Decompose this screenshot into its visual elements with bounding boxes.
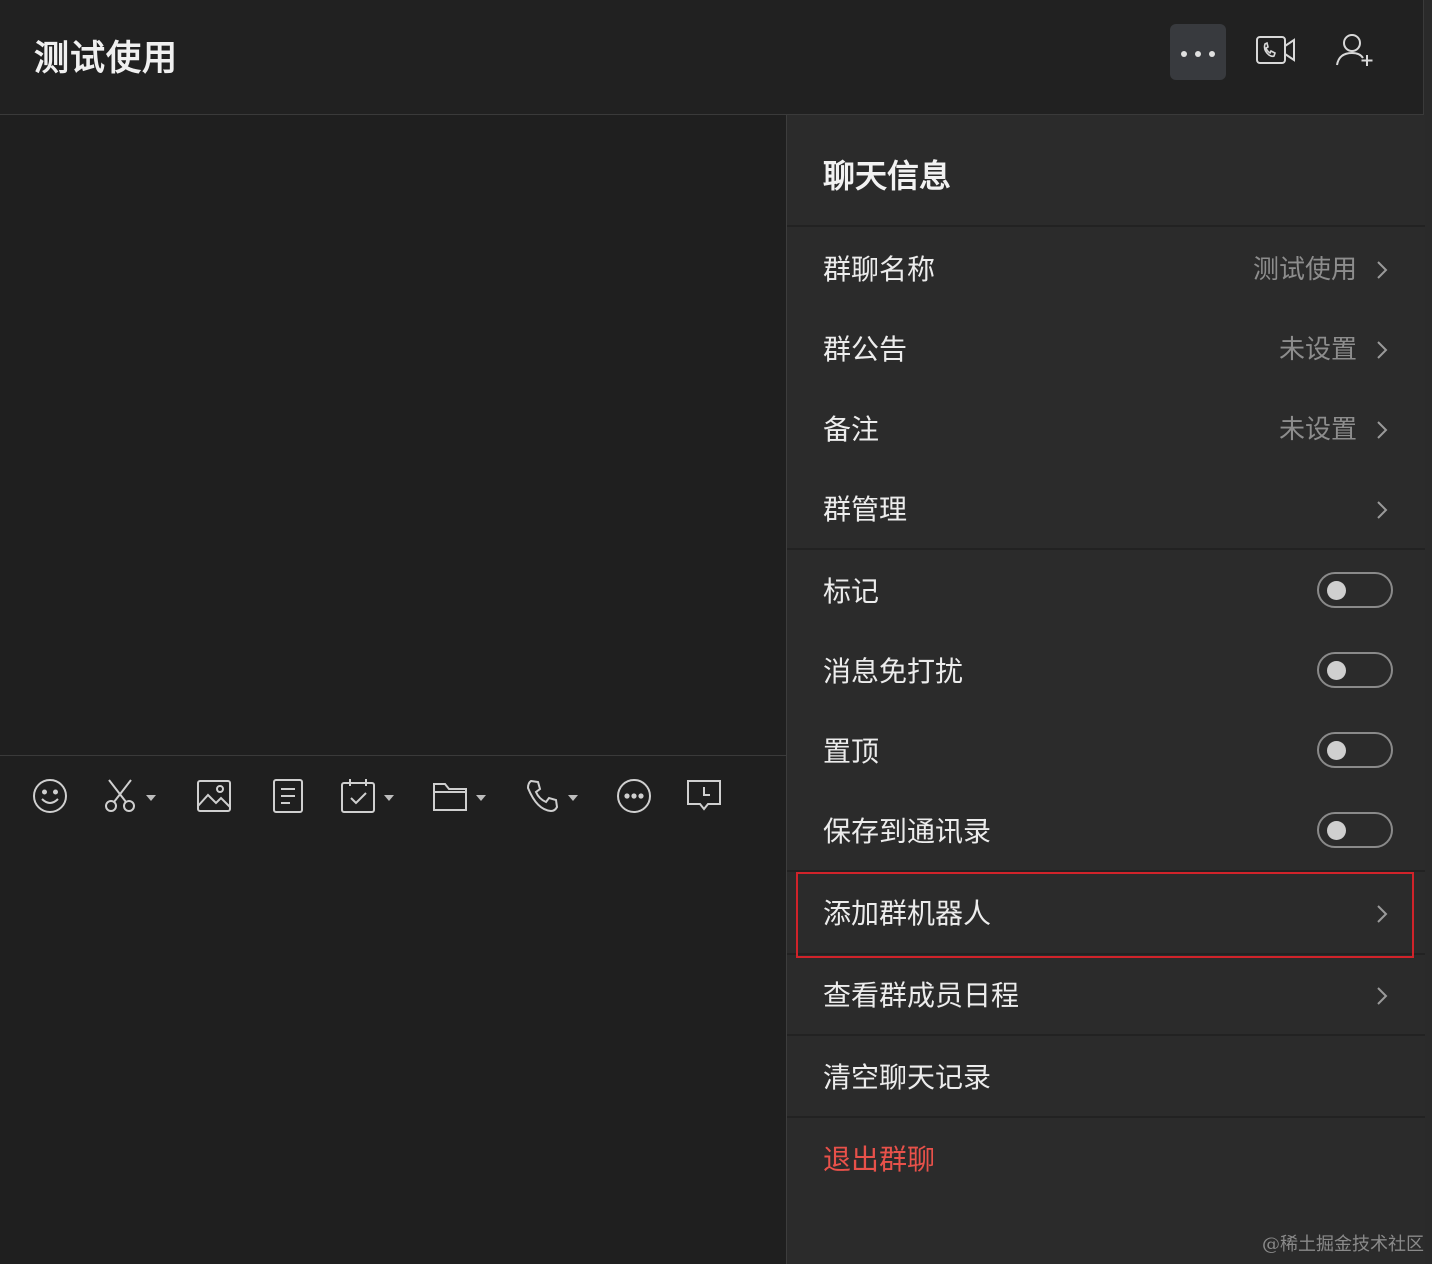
more-tools-button[interactable] — [616, 778, 652, 818]
chevron-right-icon — [1377, 501, 1388, 519]
video-call-icon — [1255, 35, 1297, 69]
add-member-icon — [1334, 32, 1378, 72]
screenshot-dropdown-icon[interactable] — [146, 795, 156, 801]
clear-history-label: 清空聊天记录 — [823, 1061, 992, 1094]
chat-info-panel: 聊天信息 群聊名称 测试使用 群公告 未设置 备注 未设置 群管理 标记 消息免… — [786, 115, 1425, 1264]
phone-button[interactable] — [524, 778, 578, 818]
folder-icon — [432, 780, 468, 816]
screenshot-icon — [104, 778, 138, 818]
feedback-button[interactable] — [686, 778, 722, 818]
image-icon — [196, 779, 232, 817]
divider — [787, 548, 1425, 550]
group-name-row[interactable]: 群聊名称 测试使用 — [787, 230, 1425, 310]
divider — [787, 1034, 1425, 1036]
remark-value: 未设置 — [1278, 415, 1357, 445]
add-bot-row[interactable]: 添加群机器人 — [787, 874, 1425, 954]
pin-row: 置顶 — [787, 712, 1425, 792]
divider — [787, 870, 1425, 872]
chevron-right-icon — [1377, 421, 1388, 439]
message-input-area[interactable] — [0, 836, 786, 1264]
mark-label: 标记 — [823, 575, 880, 608]
document-button[interactable] — [272, 778, 304, 818]
toggle-knob — [1327, 741, 1346, 760]
chat-header: 测试使用 — [0, 0, 1424, 115]
image-button[interactable] — [196, 778, 232, 818]
save-contacts-toggle[interactable] — [1317, 812, 1393, 848]
folder-dropdown-icon[interactable] — [476, 795, 486, 801]
group-name-value: 测试使用 — [1252, 255, 1357, 285]
pin-toggle[interactable] — [1317, 732, 1393, 768]
announcement-label: 群公告 — [823, 333, 908, 366]
chevron-right-icon — [1377, 987, 1388, 1005]
group-name-label: 群聊名称 — [823, 253, 936, 286]
divider — [787, 225, 1425, 227]
save-contacts-row: 保存到通讯录 — [787, 792, 1425, 872]
group-manage-row[interactable]: 群管理 — [787, 470, 1425, 550]
toggle-knob — [1327, 821, 1346, 840]
feedback-icon — [686, 778, 722, 818]
chevron-right-icon — [1377, 905, 1388, 923]
more-button[interactable] — [1170, 24, 1226, 80]
input-toolbar — [0, 755, 786, 836]
toggle-knob — [1327, 581, 1346, 600]
exit-group-label: 退出群聊 — [823, 1143, 936, 1176]
video-call-button[interactable] — [1248, 24, 1304, 80]
schedule-label: 查看群成员日程 — [823, 979, 1020, 1012]
phone-dropdown-icon[interactable] — [568, 795, 578, 801]
watermark: @稀土掘金技术社区 — [1262, 1234, 1424, 1255]
exit-group-row[interactable]: 退出群聊 — [787, 1120, 1425, 1200]
remark-row[interactable]: 备注 未设置 — [787, 390, 1425, 470]
chevron-right-icon — [1377, 261, 1388, 279]
folder-button[interactable] — [432, 778, 486, 818]
screenshot-button[interactable] — [104, 778, 156, 818]
schedule-row[interactable]: 查看群成员日程 — [787, 956, 1425, 1036]
group-manage-label: 群管理 — [823, 493, 908, 526]
more-icon — [1180, 43, 1216, 62]
divider — [787, 1116, 1425, 1118]
mute-toggle[interactable] — [1317, 652, 1393, 688]
mute-row: 消息免打扰 — [787, 632, 1425, 712]
emoji-button[interactable] — [32, 778, 68, 818]
pin-label: 置顶 — [823, 735, 880, 768]
remark-label: 备注 — [823, 413, 880, 446]
mute-label: 消息免打扰 — [823, 655, 964, 688]
task-dropdown-icon[interactable] — [384, 795, 394, 801]
more-circle-icon — [616, 778, 652, 818]
mark-row: 标记 — [787, 552, 1425, 632]
clear-history-row[interactable]: 清空聊天记录 — [787, 1038, 1425, 1118]
add-bot-label: 添加群机器人 — [823, 897, 992, 930]
phone-icon — [524, 778, 560, 818]
panel-title: 聊天信息 — [823, 157, 952, 195]
announcement-row[interactable]: 群公告 未设置 — [787, 310, 1425, 390]
announcement-value: 未设置 — [1278, 335, 1357, 365]
mark-toggle[interactable] — [1317, 572, 1393, 608]
message-area — [0, 115, 786, 755]
add-member-button[interactable] — [1328, 24, 1384, 80]
save-contacts-label: 保存到通讯录 — [823, 815, 992, 848]
emoji-icon — [32, 778, 68, 818]
document-icon — [272, 778, 304, 818]
divider — [787, 953, 1425, 955]
task-button[interactable] — [340, 778, 394, 818]
toggle-knob — [1327, 661, 1346, 680]
task-icon — [340, 778, 376, 818]
chat-title: 测试使用 — [34, 39, 179, 79]
chevron-right-icon — [1377, 341, 1388, 359]
